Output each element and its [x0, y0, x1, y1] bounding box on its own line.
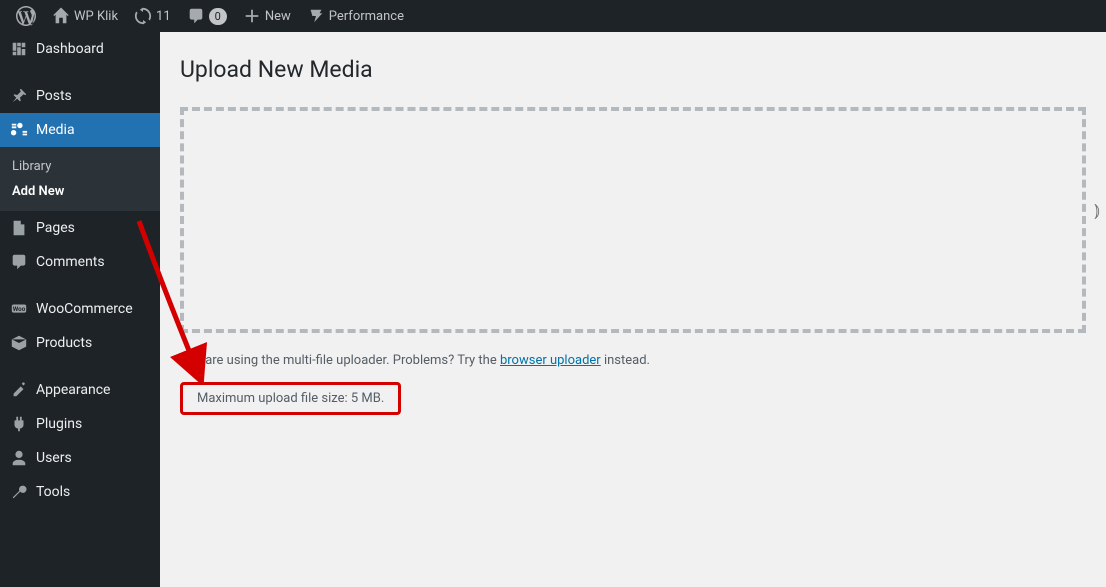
pin-icon — [10, 87, 28, 105]
menu-separator — [0, 279, 160, 292]
menu-users-label: Users — [36, 450, 72, 466]
users-icon — [10, 449, 28, 467]
menu-dashboard-label: Dashboard — [36, 41, 104, 57]
comment-icon — [187, 7, 205, 25]
updates-link[interactable]: 11 — [126, 0, 179, 32]
product-icon — [10, 334, 28, 352]
home-icon — [52, 7, 70, 25]
new-label: New — [265, 9, 291, 24]
menu-users[interactable]: Users — [0, 441, 160, 475]
appearance-icon — [10, 381, 28, 399]
hint-suffix: instead. — [601, 353, 650, 368]
menu-products[interactable]: Products — [0, 326, 160, 360]
hint-prefix: You are using the multi-file uploader. P… — [180, 353, 500, 368]
menu-products-label: Products — [36, 335, 92, 351]
menu-tools[interactable]: Tools — [0, 475, 160, 509]
menu-plugins[interactable]: Plugins — [0, 407, 160, 441]
menu-comments-label: Comments — [36, 254, 105, 270]
uploader-hint: You are using the multi-file uploader. P… — [180, 353, 1086, 368]
performance-label: Performance — [329, 9, 404, 24]
updates-count: 11 — [156, 9, 171, 24]
menu-dashboard[interactable]: Dashboard — [0, 32, 160, 66]
max-upload-size-highlight: Maximum upload file size: 5 MB. — [180, 382, 401, 415]
woocommerce-icon: Woo — [10, 300, 28, 318]
media-icon — [10, 121, 28, 139]
update-icon — [134, 7, 152, 25]
page-icon — [10, 219, 28, 237]
menu-comments[interactable]: Comments — [0, 245, 160, 279]
menu-woocommerce-label: WooCommerce — [36, 301, 133, 317]
dashboard-icon — [10, 40, 28, 58]
site-name-link[interactable]: WP Klik — [44, 0, 126, 32]
menu-woocommerce[interactable]: Woo WooCommerce — [0, 292, 160, 326]
submenu-library[interactable]: Library — [0, 154, 160, 179]
submenu-addnew[interactable]: Add New — [0, 179, 160, 204]
admin-bar: WP Klik 11 0 New Performance — [0, 0, 1106, 32]
comments-count: 0 — [209, 8, 227, 25]
svg-text:Woo: Woo — [13, 305, 26, 313]
menu-posts[interactable]: Posts — [0, 79, 160, 113]
browser-uploader-link[interactable]: browser uploader — [500, 353, 601, 368]
comment-icon — [10, 253, 28, 271]
comments-link[interactable]: 0 — [179, 0, 235, 32]
site-name-label: WP Klik — [74, 9, 118, 24]
main-content: Upload New Media You are using the multi… — [160, 32, 1106, 587]
menu-plugins-label: Plugins — [36, 416, 82, 432]
new-content-link[interactable]: New — [235, 0, 299, 32]
menu-media-label: Media — [36, 122, 75, 138]
plugin-icon — [10, 415, 28, 433]
upload-dropzone[interactable] — [180, 107, 1086, 333]
wordpress-icon — [16, 6, 36, 26]
menu-appearance[interactable]: Appearance — [0, 373, 160, 407]
performance-icon — [307, 7, 325, 25]
tools-icon — [10, 483, 28, 501]
menu-tools-label: Tools — [36, 484, 70, 500]
menu-pages[interactable]: Pages — [0, 211, 160, 245]
performance-link[interactable]: Performance — [299, 0, 412, 32]
menu-separator — [0, 66, 160, 79]
menu-appearance-label: Appearance — [36, 382, 110, 398]
menu-pages-label: Pages — [36, 220, 75, 236]
wp-logo-menu[interactable] — [8, 0, 44, 32]
menu-posts-label: Posts — [36, 88, 72, 104]
plus-icon — [243, 7, 261, 25]
max-upload-size-text: Maximum upload file size: 5 MB. — [197, 391, 384, 406]
menu-separator — [0, 360, 160, 373]
admin-sidebar: Dashboard Posts Media Library Add New Pa… — [0, 32, 160, 587]
right-edge-marker: ⦆ — [1094, 200, 1104, 224]
menu-media[interactable]: Media — [0, 113, 160, 147]
page-title: Upload New Media — [180, 46, 1086, 89]
menu-media-submenu: Library Add New — [0, 147, 160, 211]
